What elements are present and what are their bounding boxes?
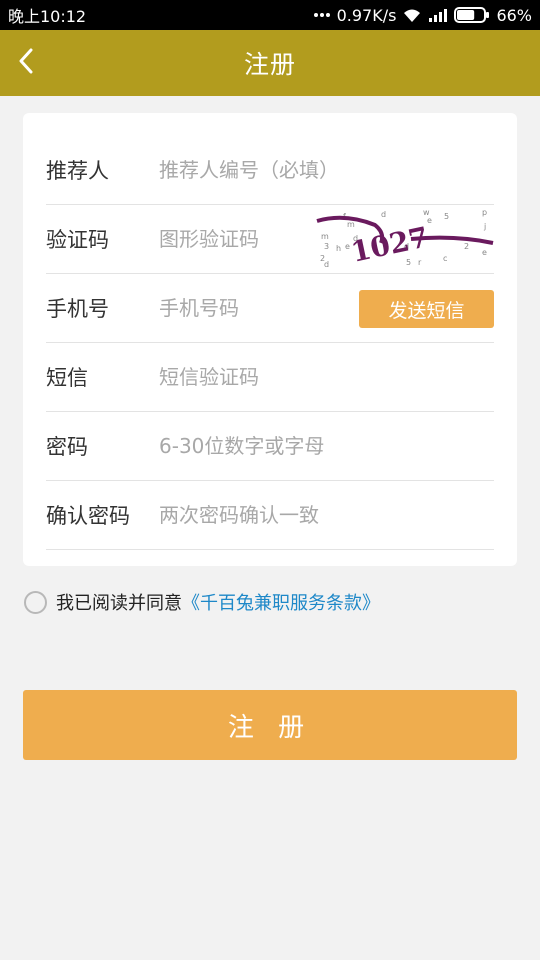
row-captcha: 验证码 fmdwe5pjm3hedd2e2d5rc 1027 xyxy=(46,205,494,274)
page-title: 注册 xyxy=(243,50,296,79)
svg-text:2: 2 xyxy=(464,242,469,251)
svg-text:p: p xyxy=(482,208,487,217)
app-bar: 注册 xyxy=(0,30,540,96)
svg-text:c: c xyxy=(443,254,447,263)
row-confirm-password: 确认密码 xyxy=(46,481,494,550)
status-time: 晚上10:12 xyxy=(8,7,87,26)
svg-text:h: h xyxy=(336,244,341,253)
svg-text:m: m xyxy=(347,220,355,229)
terms-link[interactable]: 《千百兔兼职服务条款》 xyxy=(182,589,380,615)
row-phone: 手机号 发送短信 xyxy=(46,274,494,343)
agree-radio[interactable] xyxy=(24,590,47,614)
row-password: 密码 xyxy=(46,412,494,481)
svg-text:5: 5 xyxy=(406,258,411,267)
battery-percent: 66% xyxy=(496,5,532,25)
status-bar: 晚上10:12 0.97K/s 66% xyxy=(0,0,540,30)
svg-text:d: d xyxy=(381,210,386,219)
more-dots-icon xyxy=(313,12,331,18)
agreement: 我已阅读并同意 《千百兔兼职服务条款》 xyxy=(24,589,380,615)
sms-label: 短信 xyxy=(46,366,88,390)
phone-label: 手机号 xyxy=(46,297,109,321)
svg-text:m: m xyxy=(321,232,329,241)
wifi-icon xyxy=(402,7,422,23)
battery-icon xyxy=(454,7,490,23)
back-button[interactable] xyxy=(6,43,46,83)
captcha-image[interactable]: fmdwe5pjm3hedd2e2d5rc 1027 xyxy=(315,205,497,271)
register-button[interactable]: 注 册 xyxy=(23,690,517,760)
password-label: 密码 xyxy=(46,435,88,459)
svg-text:e: e xyxy=(482,248,487,257)
svg-text:d: d xyxy=(324,260,329,269)
password-input[interactable] xyxy=(159,426,494,466)
sms-code-input[interactable] xyxy=(159,357,494,397)
signal-icon xyxy=(428,8,448,22)
referrer-label: 推荐人 xyxy=(46,159,109,183)
captcha-label: 验证码 xyxy=(46,228,109,252)
network-speed: 0.97K/s xyxy=(336,5,397,25)
svg-text:r: r xyxy=(418,258,422,267)
svg-text:e: e xyxy=(427,216,432,225)
svg-text:3: 3 xyxy=(324,242,329,251)
send-sms-button[interactable]: 发送短信 xyxy=(359,290,494,328)
status-indicators: 0.97K/s 66% xyxy=(313,6,532,25)
agreement-text: 我已阅读并同意 xyxy=(56,593,182,614)
register-form-card: 推荐人 验证码 fmdwe5pjm3hedd2e2d5rc 1027 手机号 发… xyxy=(23,113,517,566)
row-referrer: 推荐人 xyxy=(46,136,494,205)
chevron-left-icon xyxy=(18,48,34,78)
svg-text:j: j xyxy=(483,222,486,231)
confirm-password-input[interactable] xyxy=(159,495,494,535)
svg-text:5: 5 xyxy=(444,212,449,221)
referrer-input[interactable] xyxy=(159,150,494,190)
confirm-password-label: 确认密码 xyxy=(46,504,130,528)
row-sms: 短信 xyxy=(46,343,494,412)
